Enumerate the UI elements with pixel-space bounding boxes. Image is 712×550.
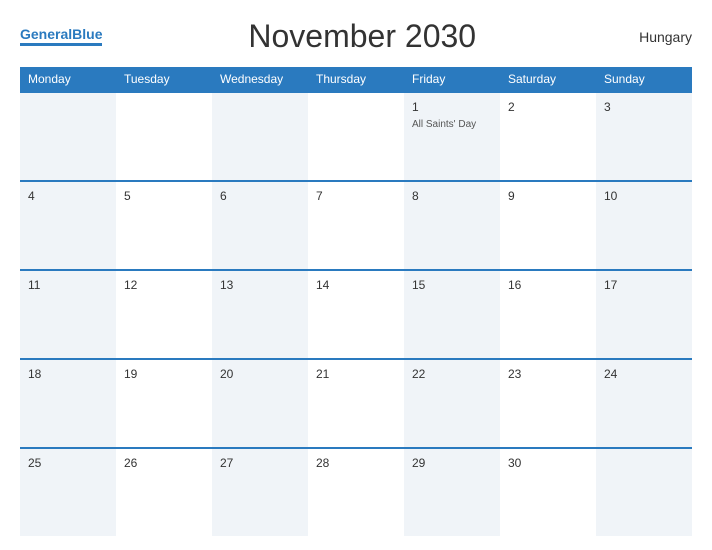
day-cell-24: 24 bbox=[596, 360, 692, 447]
logo-blue: Blue bbox=[72, 26, 102, 42]
day-cell-15: 15 bbox=[404, 271, 500, 358]
day-cell-8: 8 bbox=[404, 182, 500, 269]
header-sunday: Sunday bbox=[596, 67, 692, 91]
header: GeneralBlue November 2030 Hungary bbox=[20, 18, 692, 55]
day-cell-20: 20 bbox=[212, 360, 308, 447]
day-cell-25: 25 bbox=[20, 449, 116, 536]
day-headers: Monday Tuesday Wednesday Thursday Friday… bbox=[20, 67, 692, 91]
day-cell-28: 28 bbox=[308, 449, 404, 536]
day-cell-17: 17 bbox=[596, 271, 692, 358]
day-cell-4: 4 bbox=[20, 182, 116, 269]
header-monday: Monday bbox=[20, 67, 116, 91]
day-cell-12: 12 bbox=[116, 271, 212, 358]
logo-general: General bbox=[20, 26, 72, 42]
day-cell-3: 3 bbox=[596, 93, 692, 180]
header-tuesday: Tuesday bbox=[116, 67, 212, 91]
logo: GeneralBlue bbox=[20, 27, 102, 46]
week-row-3: 11 12 13 14 15 16 17 bbox=[20, 269, 692, 358]
calendar-title: November 2030 bbox=[102, 18, 622, 55]
week-row-2: 4 5 6 7 8 9 10 bbox=[20, 180, 692, 269]
day-cell bbox=[212, 93, 308, 180]
logo-text: GeneralBlue bbox=[20, 27, 102, 41]
day-cell-22: 22 bbox=[404, 360, 500, 447]
day-cell-16: 16 bbox=[500, 271, 596, 358]
header-saturday: Saturday bbox=[500, 67, 596, 91]
weeks-container: 1 All Saints' Day 2 3 4 5 6 7 8 9 10 11 … bbox=[20, 91, 692, 536]
calendar-page: GeneralBlue November 2030 Hungary Monday… bbox=[0, 0, 712, 550]
calendar-grid: Monday Tuesday Wednesday Thursday Friday… bbox=[20, 67, 692, 536]
week-row-1: 1 All Saints' Day 2 3 bbox=[20, 91, 692, 180]
event-all-saints-day: All Saints' Day bbox=[412, 118, 492, 131]
day-cell-18: 18 bbox=[20, 360, 116, 447]
day-cell bbox=[116, 93, 212, 180]
day-cell-21: 21 bbox=[308, 360, 404, 447]
header-friday: Friday bbox=[404, 67, 500, 91]
day-cell-14: 14 bbox=[308, 271, 404, 358]
day-cell-6: 6 bbox=[212, 182, 308, 269]
header-thursday: Thursday bbox=[308, 67, 404, 91]
week-row-4: 18 19 20 21 22 23 24 bbox=[20, 358, 692, 447]
day-cell-30: 30 bbox=[500, 449, 596, 536]
week-row-5: 25 26 27 28 29 30 bbox=[20, 447, 692, 536]
day-cell bbox=[308, 93, 404, 180]
day-cell-11: 11 bbox=[20, 271, 116, 358]
day-cell-10: 10 bbox=[596, 182, 692, 269]
day-cell-19: 19 bbox=[116, 360, 212, 447]
day-cell-7: 7 bbox=[308, 182, 404, 269]
day-cell-26: 26 bbox=[116, 449, 212, 536]
day-cell-23: 23 bbox=[500, 360, 596, 447]
day-cell-empty bbox=[596, 449, 692, 536]
day-cell-27: 27 bbox=[212, 449, 308, 536]
day-cell-2: 2 bbox=[500, 93, 596, 180]
day-cell bbox=[20, 93, 116, 180]
header-wednesday: Wednesday bbox=[212, 67, 308, 91]
day-cell-29: 29 bbox=[404, 449, 500, 536]
day-cell-9: 9 bbox=[500, 182, 596, 269]
day-cell-13: 13 bbox=[212, 271, 308, 358]
country-label: Hungary bbox=[622, 29, 692, 45]
day-cell-1: 1 All Saints' Day bbox=[404, 93, 500, 180]
logo-underline bbox=[20, 43, 102, 46]
day-cell-5: 5 bbox=[116, 182, 212, 269]
